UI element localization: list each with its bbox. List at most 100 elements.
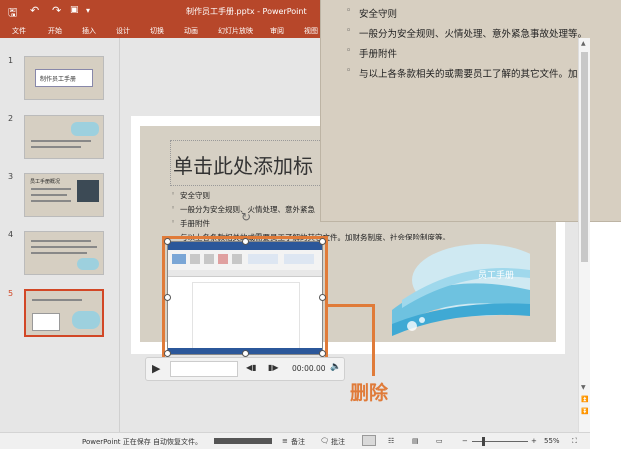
play-icon[interactable]: ▶ <box>152 362 160 375</box>
delete-annotation-label: 删除 <box>350 382 389 404</box>
fit-slide-icon[interactable]: ⛶ <box>572 437 577 446</box>
logo-image <box>392 240 530 336</box>
zoomed-bullet: 一般分为安全规则、火情处理、意外紧急事故处理等。 <box>359 29 588 40</box>
bullet-icon: ◦ <box>346 6 352 16</box>
zoom-level[interactable]: 55% <box>544 437 560 445</box>
slide-thumbnail-5[interactable] <box>24 289 104 337</box>
tab-slideshow[interactable]: 幻灯片放映 <box>218 26 253 36</box>
bullet-icon: ◦ <box>171 190 176 198</box>
resize-handle[interactable] <box>164 238 171 245</box>
tab-home[interactable]: 开始 <box>48 26 62 36</box>
thumbnail-pane: 1 制作员工手册 2 3 员工手册概况 4 5 <box>0 38 120 432</box>
tab-view[interactable]: 视图 <box>304 26 318 36</box>
zoom-slider-thumb[interactable] <box>482 437 485 446</box>
resize-handle[interactable] <box>164 350 171 357</box>
reading-view-icon[interactable]: ▤ <box>412 437 419 445</box>
comments-icon[interactable]: 🗨 <box>320 437 329 445</box>
slide-thumbnail-2[interactable] <box>24 115 104 159</box>
zoom-slider[interactable] <box>472 441 528 442</box>
status-text: PowerPoint 正在保存 自动恢复文件。 <box>82 438 202 446</box>
thumbnail-text-line <box>31 200 71 202</box>
notes-button[interactable]: 备注 <box>291 437 305 447</box>
volume-icon[interactable]: 🔈 <box>330 362 341 372</box>
media-control-bar: ▶ ◀▮ ▮▶ 00:00.00 🔈 <box>145 357 345 381</box>
window-title: 制作员工手册.pptx - PowerPoint <box>186 7 307 16</box>
resize-handle[interactable] <box>242 238 249 245</box>
next-slide-icon[interactable]: ⏬ <box>581 408 588 415</box>
resize-handle[interactable] <box>319 238 326 245</box>
zoomed-bullet: 手册附件 <box>359 49 398 60</box>
media-progress-bar[interactable] <box>170 361 238 377</box>
thumbnail-text-line <box>31 246 97 248</box>
undo-icon[interactable]: ↶ <box>30 4 39 17</box>
slide-title: 单击此处添加标 <box>173 154 313 178</box>
tab-transitions[interactable]: 切换 <box>150 26 164 36</box>
scroll-down-icon[interactable]: ▼ <box>581 384 586 391</box>
tab-file[interactable]: 文件 <box>12 26 26 36</box>
thumbnail-title: 制作员工手册 <box>40 76 77 83</box>
slide-bullet: 手册附件 <box>180 219 210 228</box>
tab-animations[interactable]: 动画 <box>184 26 198 36</box>
bullet-icon: ◦ <box>346 66 352 76</box>
slide-thumbnail-3[interactable]: 员工手册概况 <box>24 173 104 217</box>
bullet-icon: ◦ <box>171 204 176 212</box>
save-progress-bar <box>214 438 272 444</box>
thumbnail-text-line <box>32 299 82 301</box>
bullet-icon: ◦ <box>171 218 176 226</box>
resize-handle[interactable] <box>319 294 326 301</box>
bullet-icon: ◦ <box>346 46 352 56</box>
thumbnail-text-line <box>31 240 91 242</box>
zoom-in-icon[interactable]: + <box>531 437 537 445</box>
thumbnail-number: 2 <box>8 114 14 123</box>
media-time: 00:00.00 <box>292 364 326 373</box>
save-icon[interactable]: 🖫 <box>8 4 17 23</box>
thumbnail-number: 3 <box>8 172 14 181</box>
logo-text: 员工手册 <box>478 271 515 281</box>
resize-handle[interactable] <box>164 294 171 301</box>
tab-insert[interactable]: 插入 <box>82 26 96 36</box>
tab-review[interactable]: 审阅 <box>270 26 284 36</box>
zoom-out-icon[interactable]: − <box>462 437 468 445</box>
thumbnail-text-line <box>31 194 67 196</box>
zoomed-bullet: 安全守则 <box>359 9 398 20</box>
thumbnail-video <box>32 313 60 331</box>
previous-slide-icon[interactable]: ⏫ <box>581 396 588 403</box>
normal-view-icon[interactable] <box>362 435 376 446</box>
status-bar: PowerPoint 正在保存 自动恢复文件。 ≡ 备注 🗨 批注 ☷ ▤ ▭ … <box>0 432 590 449</box>
thumbnail-text-line <box>31 188 71 190</box>
comments-button[interactable]: 批注 <box>331 437 345 447</box>
scrollbar-thumb[interactable] <box>581 52 588 262</box>
slide-bullet: 安全守则 <box>180 191 210 200</box>
thumbnail-image <box>72 311 100 329</box>
slide-sorter-icon[interactable]: ☷ <box>388 437 394 445</box>
annotation-line <box>328 304 374 307</box>
vertical-scrollbar[interactable]: ▲ ▼ ⏫ ⏬ <box>578 38 590 432</box>
annotation-line <box>372 304 375 376</box>
zoomed-text-panel: ◦ 安全守则 ◦ 一般分为安全规则、火情处理、意外紧急事故处理等。 ◦ 手册附件… <box>320 0 621 222</box>
customize-quick-access-icon[interactable]: ▾ <box>86 6 90 15</box>
step-forward-icon[interactable]: ▮▶ <box>268 363 279 372</box>
resize-handle[interactable] <box>242 350 249 357</box>
thumbnail-text-line <box>31 140 91 142</box>
thumbnail-image <box>71 122 99 136</box>
slide-thumbnail-4[interactable] <box>24 231 104 275</box>
thumbnail-number: 1 <box>8 56 14 65</box>
start-from-beginning-icon[interactable]: ▣ <box>70 5 79 15</box>
resize-handle[interactable] <box>319 350 326 357</box>
bullet-icon: ◦ <box>346 26 352 36</box>
slideshow-view-icon[interactable]: ▭ <box>436 437 443 445</box>
thumbnail-title: 员工手册概况 <box>30 179 61 185</box>
slide-thumbnail-1[interactable]: 制作员工手册 <box>24 56 104 100</box>
zoomed-bullet: 与以上各条款相关的或需要员工了解的其它文件。加财 <box>359 69 588 80</box>
thumbnail-image <box>77 180 99 202</box>
thumbnail-text-line <box>31 252 87 254</box>
rotate-handle-icon[interactable]: ↻ <box>241 210 251 224</box>
thumbnail-number: 4 <box>8 230 14 239</box>
notes-icon[interactable]: ≡ <box>282 437 288 445</box>
redo-icon[interactable]: ↷ <box>52 4 61 17</box>
delete-highlight-box <box>162 236 328 360</box>
step-back-icon[interactable]: ◀▮ <box>246 363 257 372</box>
thumbnail-text-line <box>31 146 81 148</box>
tab-design[interactable]: 设计 <box>116 26 130 36</box>
scroll-up-icon[interactable]: ▲ <box>581 40 586 47</box>
